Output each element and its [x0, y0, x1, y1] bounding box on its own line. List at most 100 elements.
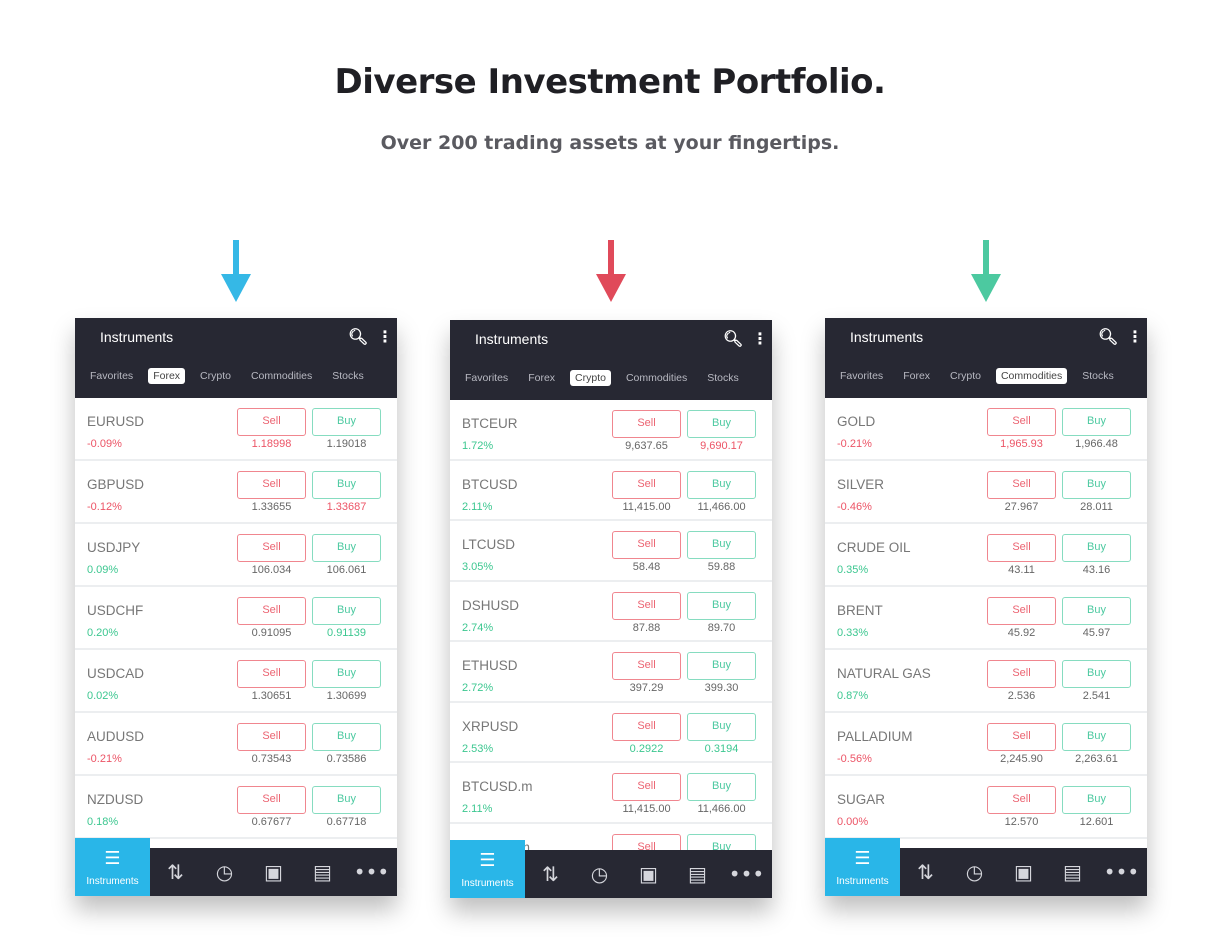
instrument-row[interactable]: BTCUSD 2.11% Sell Buy 11,415.00 11,466.0… [450, 461, 772, 521]
buy-button[interactable]: Buy [1062, 660, 1131, 688]
sell-button[interactable]: Sell [987, 408, 1056, 436]
sell-button[interactable]: Sell [237, 534, 306, 562]
buy-button[interactable]: Buy [687, 773, 756, 801]
buy-button[interactable]: Buy [312, 534, 381, 562]
sell-button[interactable]: Sell [612, 531, 681, 559]
search-icon[interactable]: 🔍︎ [348, 327, 368, 346]
more-icon[interactable]: ••• [1097, 848, 1146, 896]
sell-button[interactable]: Sell [612, 652, 681, 680]
instrument-row[interactable]: NZDUSD 0.18% Sell Buy 0.67677 0.67718 [75, 776, 397, 839]
clock-icon[interactable]: ◷ [575, 850, 624, 898]
buy-button[interactable]: Buy [687, 531, 756, 559]
instrument-row[interactable]: GOLD -0.21% Sell Buy 1,965.93 1,966.48 [825, 398, 1147, 461]
sell-button[interactable]: Sell [612, 410, 681, 438]
wallet-icon[interactable]: ▣ [249, 848, 298, 896]
sell-button[interactable]: Sell [612, 591, 681, 620]
tab-forex[interactable]: Forex [148, 368, 186, 384]
more-vertical-icon[interactable]: ⋮ [1127, 327, 1143, 346]
tab-favorites[interactable]: Favorites [85, 368, 138, 384]
instrument-row[interactable]: PALLADIUM -0.56% Sell Buy 2,245.90 2,263… [825, 713, 1147, 776]
buy-button[interactable]: Buy [1062, 408, 1131, 436]
search-icon[interactable]: 🔍︎ [723, 329, 743, 348]
more-icon[interactable]: ••• [722, 850, 771, 898]
transfer-arrows-icon[interactable]: ⇅ [151, 848, 200, 896]
instrument-row[interactable]: NATURAL GAS 0.87% Sell Buy 2.536 2.541 [825, 650, 1147, 713]
sell-button[interactable]: Sell [237, 471, 306, 499]
buy-button[interactable]: Buy [1062, 723, 1131, 751]
nav-instruments[interactable]: ☰ Instruments [75, 838, 150, 896]
tab-stocks[interactable]: Stocks [702, 370, 744, 386]
tab-commodities[interactable]: Commodities [246, 368, 317, 384]
sell-button[interactable]: Sell [987, 597, 1056, 625]
tab-favorites[interactable]: Favorites [460, 370, 513, 386]
wallet-icon[interactable]: ▣ [999, 848, 1048, 896]
sell-button[interactable]: Sell [237, 786, 306, 814]
instrument-row[interactable]: BRENT 0.33% Sell Buy 45.92 45.97 [825, 587, 1147, 650]
tab-forex[interactable]: Forex [523, 370, 560, 386]
nav-instruments[interactable]: ☰ Instruments [450, 840, 525, 898]
sell-button[interactable]: Sell [237, 597, 306, 625]
buy-button[interactable]: Buy [687, 591, 756, 620]
document-icon[interactable]: ▤ [1048, 848, 1097, 896]
sell-button[interactable]: Sell [612, 773, 681, 801]
document-icon[interactable]: ▤ [673, 850, 722, 898]
instrument-row[interactable]: BTCUSD.m 2.11% Sell Buy 11,415.00 11,466… [450, 763, 772, 824]
buy-button[interactable]: Buy [312, 471, 381, 499]
buy-button[interactable]: Buy [1062, 471, 1131, 499]
instrument-row[interactable]: EURUSD -0.09% Sell Buy 1.18998 1.19018 [75, 398, 397, 461]
buy-button[interactable]: Buy [312, 597, 381, 625]
transfer-arrows-icon[interactable]: ⇅ [526, 850, 575, 898]
more-icon[interactable]: ••• [347, 848, 396, 896]
tab-commodities[interactable]: Commodities [621, 370, 692, 386]
more-vertical-icon[interactable]: ⋮ [752, 329, 768, 348]
sell-button[interactable]: Sell [612, 712, 681, 741]
buy-button[interactable]: Buy [312, 723, 381, 751]
instrument-row[interactable]: CRUDE OIL 0.35% Sell Buy 43.11 43.16 [825, 524, 1147, 587]
buy-button[interactable]: Buy [1062, 534, 1131, 562]
buy-button[interactable]: Buy [687, 652, 756, 680]
transfer-arrows-icon[interactable]: ⇅ [901, 848, 950, 896]
tab-stocks[interactable]: Stocks [327, 368, 369, 384]
instrument-row[interactable]: BTCEUR 1.72% Sell Buy 9,637.65 9,690.17 [450, 400, 772, 461]
buy-button[interactable]: Buy [312, 408, 381, 436]
tab-stocks[interactable]: Stocks [1077, 368, 1119, 384]
nav-instruments[interactable]: ☰ Instruments [825, 838, 900, 896]
instrument-row[interactable]: USDCHF 0.20% Sell Buy 0.91095 0.91139 [75, 587, 397, 650]
tab-commodities[interactable]: Commodities [995, 368, 1068, 384]
document-icon[interactable]: ▤ [298, 848, 347, 896]
more-vertical-icon[interactable]: ⋮ [377, 327, 393, 346]
buy-button[interactable]: Buy [687, 470, 756, 499]
sell-button[interactable]: Sell [987, 534, 1056, 562]
instrument-row[interactable]: DSHUSD 2.74% Sell Buy 87.88 89.70 [450, 582, 772, 642]
sell-button[interactable]: Sell [237, 723, 306, 751]
instrument-row[interactable]: LTCUSD 3.05% Sell Buy 58.48 59.88 [450, 521, 772, 582]
buy-button[interactable]: Buy [1062, 597, 1131, 625]
buy-button[interactable]: Buy [687, 712, 756, 741]
tab-favorites[interactable]: Favorites [835, 368, 888, 384]
sell-button[interactable]: Sell [987, 471, 1056, 499]
instrument-row[interactable]: SUGAR 0.00% Sell Buy 12.570 12.601 [825, 776, 1147, 839]
tab-crypto[interactable]: Crypto [195, 368, 236, 384]
tab-forex[interactable]: Forex [898, 368, 935, 384]
tab-crypto[interactable]: Crypto [570, 370, 611, 386]
tab-crypto[interactable]: Crypto [945, 368, 986, 384]
instrument-row[interactable]: USDCAD 0.02% Sell Buy 1.30651 1.30699 [75, 650, 397, 713]
instrument-row[interactable]: SILVER -0.46% Sell Buy 27.967 28.011 [825, 461, 1147, 524]
sell-button[interactable]: Sell [612, 470, 681, 499]
instrument-row[interactable]: XRPUSD 2.53% Sell Buy 0.2922 0.3194 [450, 703, 772, 763]
sell-button[interactable]: Sell [237, 660, 306, 688]
search-icon[interactable]: 🔍︎ [1098, 327, 1118, 346]
buy-button[interactable]: Buy [312, 660, 381, 688]
instrument-row[interactable]: GBPUSD -0.12% Sell Buy 1.33655 1.33687 [75, 461, 397, 524]
wallet-icon[interactable]: ▣ [624, 850, 673, 898]
sell-button[interactable]: Sell [987, 660, 1056, 688]
buy-button[interactable]: Buy [1062, 786, 1131, 814]
instrument-row[interactable]: ETHUSD 2.72% Sell Buy 397.29 399.30 [450, 642, 772, 703]
instrument-row[interactable]: AUDUSD -0.21% Sell Buy 0.73543 0.73586 [75, 713, 397, 776]
buy-button[interactable]: Buy [687, 410, 756, 438]
clock-icon[interactable]: ◷ [950, 848, 999, 896]
sell-button[interactable]: Sell [987, 723, 1056, 751]
buy-button[interactable]: Buy [312, 786, 381, 814]
sell-button[interactable]: Sell [237, 408, 306, 436]
sell-button[interactable]: Sell [987, 786, 1056, 814]
